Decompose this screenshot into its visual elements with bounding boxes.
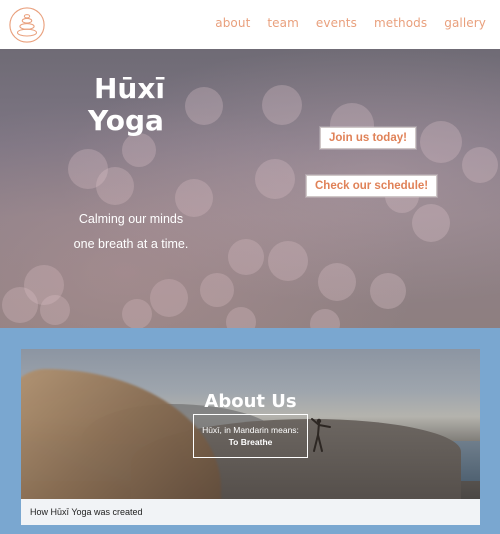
stacked-stones-logo-icon[interactable] (8, 6, 46, 44)
bokeh-light (226, 307, 256, 328)
about-card-image: About Us Hūxī, in Mandarin means: To Bre… (21, 349, 480, 499)
bokeh-light (268, 241, 308, 281)
bokeh-light (24, 265, 64, 305)
bokeh-light (68, 149, 108, 189)
bokeh-light (200, 273, 234, 307)
bokeh-light (150, 279, 188, 317)
hero-title: Hūxī Yoga (88, 73, 165, 137)
nav-link-about[interactable]: about (215, 16, 250, 30)
bokeh-light (255, 159, 295, 199)
bokeh-light (40, 295, 70, 325)
bokeh-light (228, 239, 264, 275)
meaning-line1: Hūxī, in Mandarin means: (202, 425, 299, 435)
bokeh-light (122, 299, 152, 328)
bokeh-light (462, 147, 498, 183)
bokeh-light (370, 273, 406, 309)
bokeh-light (310, 309, 340, 328)
about-section: About Us Hūxī, in Mandarin means: To Bre… (0, 328, 500, 534)
hero-tagline: Calming our minds one breath at a time. (56, 207, 206, 257)
bokeh-light (96, 167, 134, 205)
tagline-line1: Calming our minds (78, 212, 184, 226)
check-schedule-button[interactable]: Check our schedule! (306, 175, 438, 197)
nav-link-methods[interactable]: methods (374, 16, 427, 30)
bokeh-light (2, 287, 38, 323)
hero-title-line1: Hūxī (94, 72, 166, 105)
about-caption: How Hūxī Yoga was created (21, 499, 480, 525)
nav-link-team[interactable]: team (267, 16, 299, 30)
foreground-rock (21, 369, 221, 499)
hero-title-line2: Yoga (88, 104, 164, 137)
main-nav: about team events methods gallery (215, 16, 486, 30)
hero-section: Hūxī Yoga Calming our minds one breath a… (0, 49, 500, 328)
bokeh-light (262, 85, 302, 125)
bokeh-light (412, 204, 450, 242)
meaning-box: Hūxī, in Mandarin means: To Breathe (193, 414, 308, 458)
bokeh-light (122, 133, 156, 167)
meaning-line2: To Breathe (228, 437, 273, 447)
bokeh-light (185, 87, 223, 125)
tagline-line2: one breath at a time. (73, 237, 189, 251)
about-title: About Us (204, 391, 297, 412)
nav-link-gallery[interactable]: gallery (444, 16, 486, 30)
bokeh-light (318, 263, 356, 301)
yoga-pose-figure-icon (311, 418, 331, 452)
bokeh-light (420, 121, 462, 163)
site-header: about team events methods gallery (0, 0, 500, 49)
join-us-button[interactable]: Join us today! (320, 127, 416, 149)
nav-link-events[interactable]: events (316, 16, 357, 30)
